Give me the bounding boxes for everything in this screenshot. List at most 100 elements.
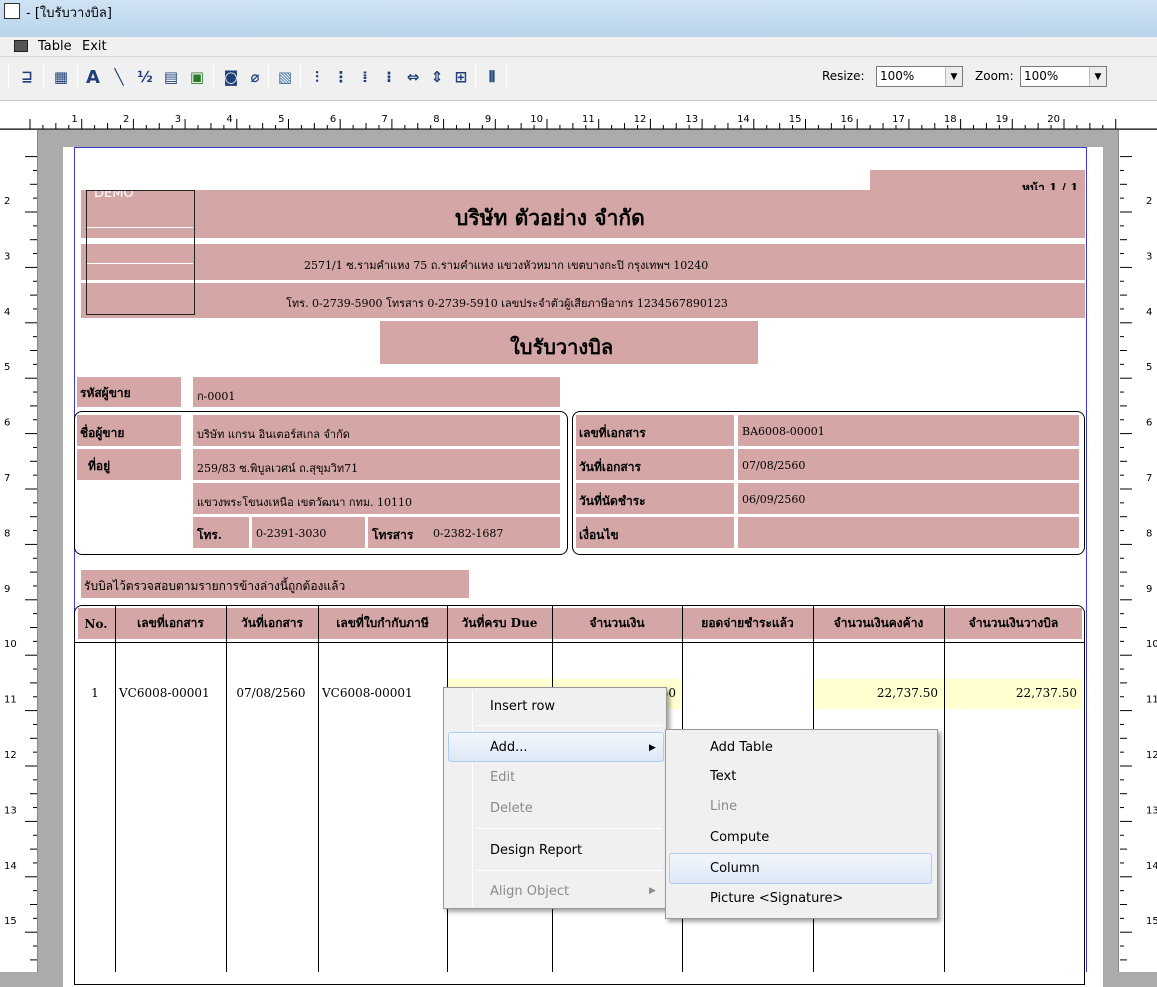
ruler-label: 4 <box>4 307 10 318</box>
menu-design-report[interactable]: Design Report <box>490 838 582 862</box>
submenu-text[interactable]: Text <box>710 764 736 788</box>
table-header-cell[interactable]: No. <box>78 608 114 639</box>
resize-label: Resize: <box>822 69 865 83</box>
ruler-label: 14 <box>1146 861 1157 872</box>
menu-add[interactable]: Add... <box>490 735 528 759</box>
table-header-cell[interactable]: วันที่ครบ Due <box>448 608 551 639</box>
picture-icon[interactable]: ▣ <box>186 66 208 88</box>
ruler-label: 1 <box>71 114 77 125</box>
table-icon[interactable]: ▦ <box>50 66 72 88</box>
zoom-value: 100% <box>1024 69 1058 83</box>
ruler-label: 9 <box>1146 584 1152 595</box>
ruler-label: 12 <box>1146 750 1157 761</box>
table-cell[interactable]: 22,737.50 <box>817 686 938 700</box>
doc-no-label: เลขที่เอกสาร <box>579 424 646 443</box>
submenu-add-table[interactable]: Add Table <box>710 735 773 759</box>
address-label: ที่อยู่ <box>88 457 110 476</box>
vendor-name-label: ชื่อผู้ขาย <box>80 424 124 443</box>
table-header-cell[interactable]: จำนวนเงินคงค้าง <box>814 608 943 639</box>
doc-no: BA6008-00001 <box>742 425 825 438</box>
same-height-icon[interactable]: ⇕ <box>426 66 448 88</box>
menu-edit[interactable]: Edit <box>490 765 515 789</box>
table-header-cell[interactable]: วันที่เอกสาร <box>227 608 317 639</box>
vendor-code-box[interactable] <box>193 377 560 407</box>
company-contact: โทร. 0-2739-5900 โทรสาร 0-2739-5910 เลขป… <box>286 294 728 312</box>
submenu-compute[interactable]: Compute <box>710 825 769 849</box>
menu-insert-row[interactable]: Insert row <box>490 694 555 718</box>
same-size-icon[interactable]: ⊞ <box>450 66 472 88</box>
menu-table[interactable]: Table <box>38 39 72 54</box>
table-cell[interactable]: 22,737.50 <box>948 686 1077 700</box>
table-header-cell[interactable]: จำนวนเงิน <box>553 608 681 639</box>
ruler-label: 3 <box>4 251 10 262</box>
ruler-label: 10 <box>4 639 17 650</box>
resize-value: 100% <box>880 69 914 83</box>
zoom-select[interactable]: 100% ▼ <box>1020 66 1107 87</box>
vendor-name: บริษัท แกรน อินเตอร์สเกล จำกัด <box>197 425 350 443</box>
system-menu-icon[interactable] <box>14 40 28 52</box>
line-icon[interactable]: ╲ <box>108 66 130 88</box>
logo-box[interactable] <box>86 190 195 315</box>
submenu-picture-signature[interactable]: Picture <Signature> <box>710 886 843 910</box>
align-top-icon[interactable]: ⋮ <box>330 66 352 88</box>
table-cell[interactable]: VC6008-00001 <box>322 686 441 700</box>
compute-icon[interactable]: ½ <box>134 66 156 88</box>
ruler-label: 18 <box>944 114 957 125</box>
ruler-label: 5 <box>1146 362 1152 373</box>
eraser-icon[interactable]: ⌀ <box>244 66 266 88</box>
align-vcenter-icon[interactable]: ⁝ <box>378 66 400 88</box>
ruler-label: 14 <box>4 861 17 872</box>
align-hcenter-icon[interactable]: ⁞ <box>354 66 376 88</box>
column-tool-icon[interactable]: ⊒ <box>16 66 38 88</box>
ruler-label: 12 <box>4 750 17 761</box>
table-header-cell[interactable]: จำนวนเงินวางบิล <box>945 608 1082 639</box>
table-cell[interactable]: 07/08/2560 <box>230 686 312 700</box>
ruler-label: 16 <box>840 114 853 125</box>
table-cell[interactable]: VC6008-00001 <box>119 686 220 700</box>
ruler-label: 6 <box>4 418 10 429</box>
table-header-cell[interactable]: ยอดจ่ายชำระแล้ว <box>683 608 812 639</box>
menu-exit[interactable]: Exit <box>82 39 107 54</box>
text-icon[interactable]: A <box>82 66 104 88</box>
condition-label: เงื่อนไข <box>579 526 619 545</box>
condition-box[interactable] <box>738 517 1079 548</box>
same-width-icon[interactable]: ⇔ <box>402 66 424 88</box>
doc-date-label: วันที่เอกสาร <box>579 458 641 477</box>
menu-add-highlight <box>448 732 664 762</box>
table-column-divider <box>115 606 116 972</box>
insert-column-icon[interactable]: ⫴ <box>481 66 503 88</box>
submenu-column[interactable]: Column <box>710 856 760 880</box>
submenu-line[interactable]: Line <box>710 794 737 818</box>
ruler-label: 5 <box>278 114 284 125</box>
menu-delete[interactable]: Delete <box>490 796 533 820</box>
resize-select[interactable]: 100% ▼ <box>876 66 963 87</box>
ruler-label: 20 <box>1047 114 1060 125</box>
table-cell[interactable]: 1 <box>81 686 109 700</box>
table-header-cell[interactable]: เลขที่เอกสาร <box>116 608 225 639</box>
ruler-label: 10 <box>530 114 543 125</box>
ruler-label: 2 <box>4 196 10 207</box>
table-column-divider <box>944 606 945 972</box>
ruler-label: 7 <box>1146 473 1152 484</box>
field-icon[interactable]: ▤ <box>160 66 182 88</box>
chevron-down-icon[interactable]: ▼ <box>945 67 962 86</box>
ruler-label: 8 <box>4 528 10 539</box>
table-header-cell[interactable]: เลขที่ใบกำกับภาษี <box>319 608 446 639</box>
ruler-label: 4 <box>1146 307 1152 318</box>
submenu-column-highlight <box>669 853 932 884</box>
ruler-label: 17 <box>892 114 905 125</box>
vertical-ruler-right: 2345678910111213141516 <box>1118 130 1157 972</box>
ruler-label: 9 <box>485 114 491 125</box>
align-left-icon[interactable]: ⫶ <box>306 66 328 88</box>
stamp-icon[interactable]: ◙ <box>220 66 242 88</box>
menu-align-object[interactable]: Align Object <box>490 879 569 903</box>
report-icon[interactable]: ▧ <box>274 66 296 88</box>
ruler-label: 11 <box>1146 695 1157 706</box>
chevron-down-icon[interactable]: ▼ <box>1089 67 1106 86</box>
ruler-label: 8 <box>433 114 439 125</box>
title-bar: - [ใบรับวางบิล] <box>0 0 1157 37</box>
ruler-label: 7 <box>4 473 10 484</box>
ruler-label: 12 <box>634 114 647 125</box>
doc-date: 07/08/2560 <box>742 459 805 472</box>
ruler-label: 13 <box>685 114 698 125</box>
